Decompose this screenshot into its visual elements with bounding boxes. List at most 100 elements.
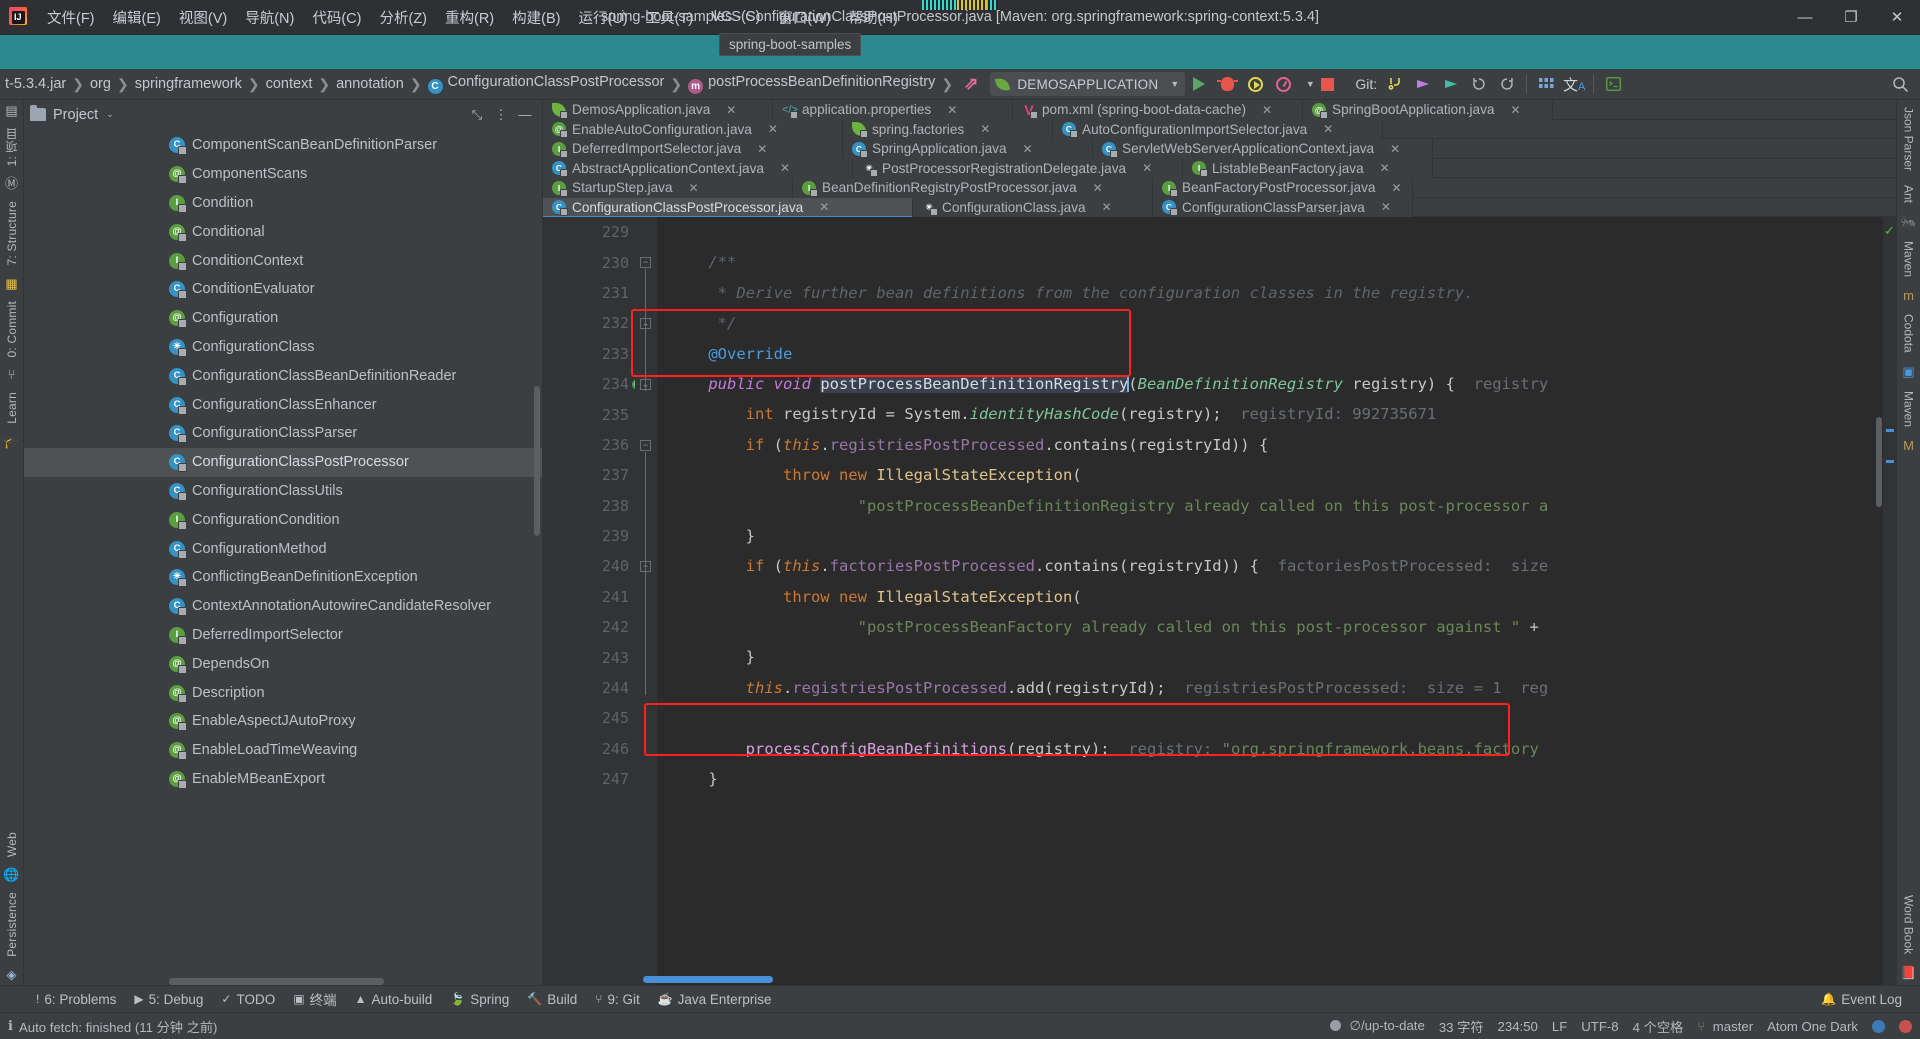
rail-item-ant[interactable]: Ant bbox=[1902, 185, 1916, 203]
close-icon[interactable]: ✕ bbox=[1391, 181, 1401, 195]
caret-position[interactable]: 234:50 bbox=[1498, 1019, 1538, 1034]
rail-item-learn[interactable]: Learn bbox=[5, 392, 19, 424]
tool-window-button-5[interactable]: 🍃 Spring bbox=[442, 989, 517, 1010]
editor-tab[interactable]: C AutoConfigurationImportSelector.java ✕ bbox=[1053, 119, 1383, 139]
tree-item[interactable]: C ConfigurationClassEnhancer bbox=[24, 390, 542, 419]
code-line[interactable]: "postProcessBeanFactory already called o… bbox=[657, 612, 1896, 642]
project-tree-vertical-scrollbar[interactable] bbox=[534, 385, 540, 536]
menu-item-11[interactable]: 窗口(W) bbox=[769, 1, 839, 34]
menu-item-10[interactable]: VCS(S) bbox=[702, 3, 769, 31]
tree-item[interactable]: I DeferredImportSelector bbox=[24, 621, 542, 650]
git-branch[interactable]: ⑂ master bbox=[1697, 1019, 1753, 1034]
tree-item[interactable]: @ Description bbox=[24, 678, 542, 707]
tree-item[interactable]: C ConfigurationClassParser bbox=[24, 419, 542, 448]
tree-item[interactable]: C ConfigurationClassPostProcessor bbox=[24, 447, 542, 477]
rail-item-project[interactable]: 1: 项目 bbox=[3, 128, 20, 166]
editor-tab[interactable]: ✳ ConfigurationClass.java ✕ bbox=[913, 197, 1153, 217]
fold-gutter[interactable]: −⌄⌄−− bbox=[635, 217, 657, 985]
commit-icon[interactable] bbox=[1437, 70, 1465, 98]
method-jump-icon[interactable]: ⇗ bbox=[956, 74, 986, 94]
terminal-icon[interactable] bbox=[1599, 70, 1627, 98]
code-editor[interactable]: 229 230 231 232 233 234O↑ 235 236 237 238 239 240 24… bbox=[543, 217, 1896, 985]
editor-tab[interactable]: spring.factories ✕ bbox=[843, 119, 1053, 139]
error-stripe-gutter[interactable]: ✓ bbox=[1883, 217, 1896, 985]
editor-tab[interactable]: Vpom.xml (spring-boot-data-cache) ✕ bbox=[1013, 100, 1303, 120]
code-line[interactable]: */ bbox=[657, 308, 1896, 338]
close-icon[interactable]: ✕ bbox=[726, 103, 736, 117]
close-button[interactable]: ✕ bbox=[1874, 0, 1920, 35]
code-line[interactable]: } bbox=[657, 642, 1896, 672]
close-icon[interactable]: ✕ bbox=[1102, 200, 1112, 214]
tree-item[interactable]: ✳ ConfigurationClass bbox=[24, 333, 542, 362]
breadcrumb-item-2[interactable]: springframework bbox=[132, 76, 245, 92]
options-icon[interactable]: ⋮ bbox=[490, 104, 512, 126]
editor-tab[interactable]: @ SpringBootApplication.java ✕ bbox=[1303, 100, 1553, 120]
editor-tab[interactable]: @ EnableAutoConfiguration.java ✕ bbox=[543, 119, 843, 139]
search-everywhere-icon[interactable] bbox=[1886, 70, 1914, 98]
tree-item[interactable]: C ComponentScanBeanDefinitionParser bbox=[24, 131, 542, 160]
menu-item-7[interactable]: 构建(B) bbox=[503, 1, 569, 34]
code-line[interactable] bbox=[657, 217, 1896, 247]
editor-tab[interactable]: I StartupStep.java ✕ bbox=[543, 178, 793, 198]
close-icon[interactable]: ✕ bbox=[1262, 103, 1272, 117]
tool-window-button-4[interactable]: ▲ Auto-build bbox=[347, 989, 441, 1010]
line-separator[interactable]: LF bbox=[1552, 1019, 1567, 1034]
file-encoding[interactable]: UTF-8 bbox=[1581, 1019, 1618, 1034]
rail-item-word-book[interactable]: Word Book bbox=[1902, 895, 1916, 954]
code-line[interactable]: * Derive further bean definitions from t… bbox=[657, 278, 1896, 308]
tree-item[interactable]: @ EnableMBeanExport bbox=[24, 765, 542, 794]
collapse-all-icon[interactable]: ⤡ bbox=[466, 104, 488, 126]
breadcrumb-item-0[interactable]: t-5.3.4.jar bbox=[2, 76, 69, 92]
code-line[interactable]: throw new IllegalStateException( bbox=[657, 460, 1896, 490]
editor-tab[interactable]: DemosApplication.java ✕ bbox=[543, 100, 773, 120]
vcs-status[interactable]: ∅/up-to-date bbox=[1329, 1018, 1425, 1034]
code-line[interactable]: throw new IllegalStateException( bbox=[657, 582, 1896, 612]
close-icon[interactable]: ✕ bbox=[1323, 122, 1333, 136]
event-log-button[interactable]: 🔔 Event Log bbox=[1813, 989, 1910, 1010]
rail-item-commit[interactable]: 0: Commit bbox=[5, 301, 19, 357]
tree-item[interactable]: @ Configuration bbox=[24, 304, 542, 333]
menu-item-3[interactable]: 导航(N) bbox=[236, 1, 303, 34]
editor-tab[interactable]: I DeferredImportSelector.java ✕ bbox=[543, 139, 843, 159]
code-line[interactable]: } bbox=[657, 764, 1896, 794]
tree-item[interactable]: @ EnableAspectJAutoProxy bbox=[24, 707, 542, 736]
editor-tab[interactable]: I BeanDefinitionRegistryPostProcessor.jav… bbox=[793, 178, 1153, 198]
tool-window-button-0[interactable]: ! 6: Problems bbox=[28, 989, 124, 1010]
close-icon[interactable]: ✕ bbox=[768, 122, 778, 136]
tree-item[interactable]: C ConfigurationClassBeanDefinitionReader bbox=[24, 361, 542, 390]
editor-tab[interactable]: C ServletWebServerApplicationContext.java… bbox=[1093, 139, 1433, 159]
tree-item[interactable]: @ Conditional bbox=[24, 217, 542, 246]
close-icon[interactable]: ✕ bbox=[1093, 181, 1103, 195]
rail-item-maven-en[interactable]: Maven bbox=[1902, 391, 1916, 427]
tree-item[interactable]: @ DependsOn bbox=[24, 649, 542, 678]
rail-item-codota[interactable]: Codota bbox=[1902, 314, 1916, 353]
project-tree-horizontal-scrollbar[interactable] bbox=[169, 978, 539, 985]
tree-item[interactable]: @ ComponentScans bbox=[24, 160, 542, 189]
run-configuration-selector[interactable]: DEMOSAPPLICATION ▼ bbox=[990, 72, 1186, 96]
menu-item-4[interactable]: 代码(C) bbox=[303, 1, 370, 34]
code-line[interactable]: /** bbox=[657, 247, 1896, 277]
menu-item-8[interactable]: 运行(U) bbox=[569, 1, 636, 34]
tree-item[interactable]: C ContextAnnotationAutowireCandidateResol… bbox=[24, 592, 542, 621]
editor-tab[interactable]: C ConfigurationClassPostProcessor.java ✕ bbox=[543, 197, 913, 218]
profiler-button[interactable] bbox=[1269, 70, 1297, 98]
run-with-coverage-button[interactable] bbox=[1241, 70, 1269, 98]
breadcrumb-item-3[interactable]: context bbox=[263, 76, 316, 92]
breadcrumb-item-1[interactable]: org bbox=[87, 76, 114, 92]
profiler-dropdown-icon[interactable]: ▼ bbox=[1297, 70, 1315, 98]
close-icon[interactable]: ✕ bbox=[819, 200, 829, 214]
editor-tab[interactable]: C ConfigurationClassParser.java ✕ bbox=[1153, 197, 1413, 217]
code-line[interactable]: public void postProcessBeanDefinitionReg… bbox=[657, 369, 1896, 399]
stop-button[interactable] bbox=[1313, 70, 1341, 98]
tree-item[interactable]: C ConditionEvaluator bbox=[24, 275, 542, 304]
close-icon[interactable]: ✕ bbox=[1381, 200, 1391, 214]
rail-item-json-parser[interactable]: Json Parser bbox=[1902, 107, 1916, 171]
update-project-icon[interactable] bbox=[1409, 70, 1437, 98]
editor-tab-strip[interactable]: DemosApplication.java ✕ </> application.pro… bbox=[543, 100, 1896, 218]
menu-item-2[interactable]: 视图(V) bbox=[170, 1, 236, 34]
close-icon[interactable]: ✕ bbox=[947, 103, 957, 117]
plugin-icon-blue[interactable] bbox=[1872, 1019, 1885, 1033]
close-icon[interactable]: ✕ bbox=[689, 181, 699, 195]
tool-window-bar[interactable]: ! 6: Problems ▶ 5: Debug ✓ TODO ▣ 终端 ▲ Auto-build… bbox=[0, 985, 1920, 1012]
project-tree[interactable]: C ComponentScanBeanDefinitionParser @ Compo… bbox=[24, 129, 542, 985]
